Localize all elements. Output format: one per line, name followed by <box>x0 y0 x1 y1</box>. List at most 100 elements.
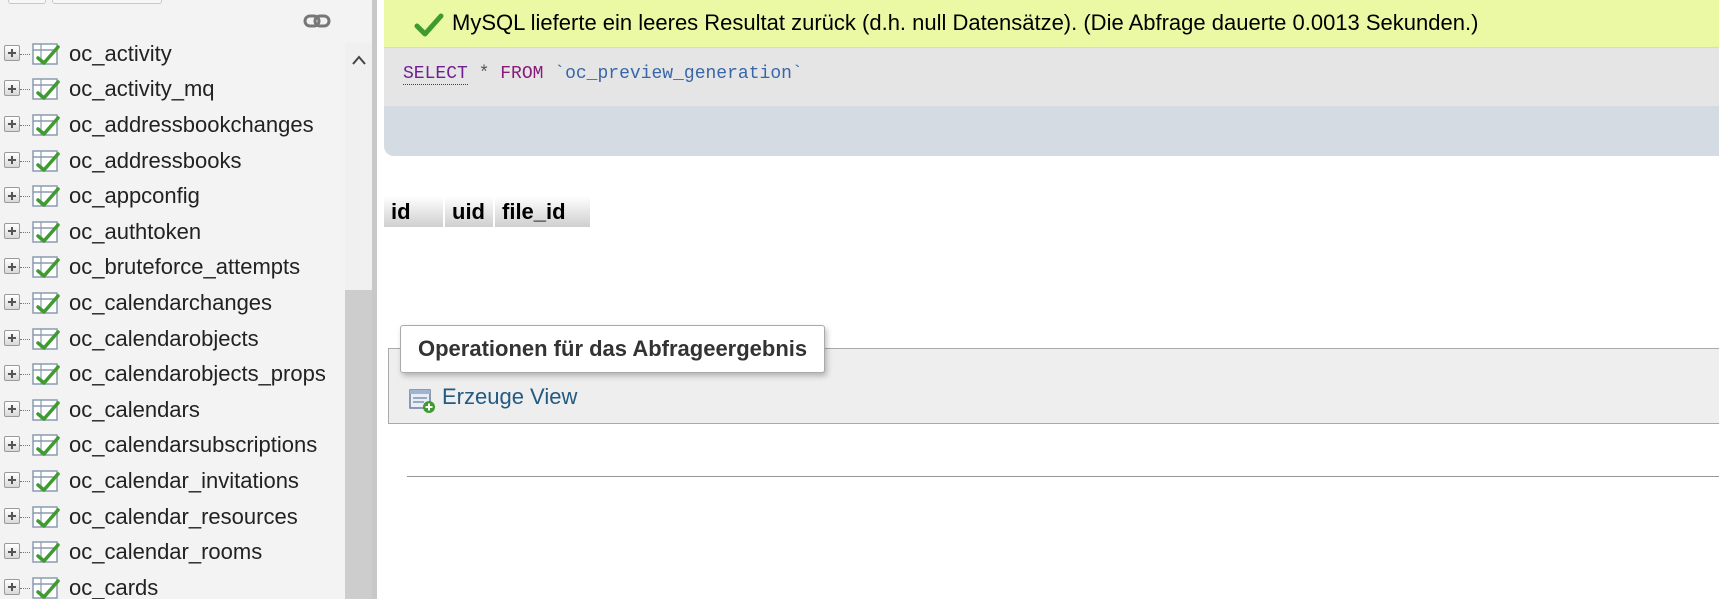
sql-star: * <box>478 64 490 84</box>
nav-table-label[interactable]: oc_calendarsubscriptions <box>69 432 317 458</box>
nav-table-item[interactable]: oc_calendar_invitations <box>0 463 345 499</box>
table-structure-icon[interactable] <box>30 504 62 530</box>
table-structure-icon[interactable] <box>30 76 62 102</box>
table-structure-icon[interactable] <box>30 41 62 67</box>
nav-table-item[interactable]: oc_calendar_resources <box>0 499 345 535</box>
nav-table-label[interactable]: oc_addressbooks <box>69 148 241 174</box>
expand-plus-icon[interactable] <box>4 187 20 204</box>
success-check-icon <box>414 13 444 37</box>
column-header-file-id[interactable]: file_id <box>495 196 592 227</box>
nav-table-label[interactable]: oc_calendarobjects <box>69 326 259 352</box>
nav-table-label[interactable]: oc_addressbookchanges <box>69 112 314 138</box>
table-structure-icon[interactable] <box>30 148 62 174</box>
nav-table-label[interactable]: oc_appconfig <box>69 183 200 209</box>
nav-table-item[interactable]: oc_activity_mq <box>0 72 345 108</box>
table-structure-icon[interactable] <box>30 326 62 352</box>
create-view-icon[interactable] <box>408 386 436 414</box>
expand-plus-icon[interactable] <box>4 258 20 275</box>
sql-toolbar <box>384 106 1719 156</box>
nav-table-label[interactable]: oc_cards <box>69 575 158 599</box>
expand-plus-icon[interactable] <box>4 151 20 168</box>
nav-top-button[interactable] <box>52 0 162 4</box>
link-with-main-panel-icon[interactable] <box>303 10 331 32</box>
nav-table-label[interactable]: oc_authtoken <box>69 219 201 245</box>
nav-table-item[interactable]: oc_addressbookchanges <box>0 107 345 143</box>
scroll-up-icon[interactable] <box>345 43 372 77</box>
tree-connector <box>20 516 30 518</box>
tree-connector <box>20 302 30 304</box>
table-structure-icon[interactable] <box>30 219 62 245</box>
phpmyadmin-window: oc_activity oc_activity_mq oc_addressbookc… <box>0 0 1719 599</box>
column-header-id[interactable]: id <box>384 196 445 227</box>
sql-keyword-from: FROM <box>500 64 544 84</box>
nav-top-button[interactable] <box>8 0 46 4</box>
sql-keyword-select[interactable]: SELECT <box>403 64 468 85</box>
expand-plus-icon[interactable] <box>4 115 20 132</box>
tree-connector <box>20 480 30 482</box>
expand-plus-icon[interactable] <box>4 44 20 61</box>
nav-table-item[interactable]: oc_bruteforce_attempts <box>0 250 345 286</box>
expand-plus-icon[interactable] <box>4 400 20 417</box>
nav-table-item[interactable]: oc_authtoken <box>0 214 345 250</box>
nav-table-item[interactable]: oc_calendarobjects_props <box>0 356 345 392</box>
table-structure-icon[interactable] <box>30 539 62 565</box>
navigation-panel: oc_activity oc_activity_mq oc_addressbookc… <box>0 0 372 599</box>
expand-plus-icon[interactable] <box>4 543 20 560</box>
nav-table-label[interactable]: oc_calendarchanges <box>69 290 272 316</box>
table-structure-icon[interactable] <box>30 575 62 599</box>
table-structure-icon[interactable] <box>30 290 62 316</box>
expand-plus-icon[interactable] <box>4 80 20 97</box>
nav-table-item[interactable]: oc_calendarchanges <box>0 285 345 321</box>
nav-table-label[interactable]: oc_calendars <box>69 397 200 423</box>
column-header-uid[interactable]: uid <box>445 196 495 227</box>
table-structure-icon[interactable] <box>30 254 62 280</box>
expand-plus-icon[interactable] <box>4 222 20 239</box>
table-structure-icon[interactable] <box>30 397 62 423</box>
success-message: MySQL lieferte ein leeres Resultat zurüc… <box>384 0 1719 48</box>
expand-plus-icon[interactable] <box>4 293 20 310</box>
nav-table-label[interactable]: oc_calendar_rooms <box>69 539 262 565</box>
nav-table-item[interactable]: oc_activity <box>0 36 345 72</box>
nav-table-item[interactable]: oc_cards <box>0 570 345 599</box>
nav-table-label[interactable]: oc_bruteforce_attempts <box>69 254 300 280</box>
expand-plus-icon[interactable] <box>4 578 20 595</box>
query-operations-legend: Operationen für das Abfrageergebnis <box>400 325 826 373</box>
expand-plus-icon[interactable] <box>4 365 20 382</box>
nav-table-item[interactable]: oc_calendars <box>0 392 345 428</box>
table-structure-icon[interactable] <box>30 112 62 138</box>
sql-query-box: SELECT * FROM `oc_preview_generation` <box>384 48 1719 156</box>
tree-connector <box>20 552 30 554</box>
nav-table-item[interactable]: oc_calendarsubscriptions <box>0 428 345 464</box>
sql-table-name: `oc_preview_generation` <box>554 64 803 84</box>
nav-table-label[interactable]: oc_calendar_invitations <box>69 468 299 494</box>
nav-table-item[interactable]: oc_calendarobjects <box>0 321 345 357</box>
table-tree: oc_activity oc_activity_mq oc_addressbookc… <box>0 36 345 599</box>
nav-table-label[interactable]: oc_calendarobjects_props <box>69 361 326 387</box>
table-structure-icon[interactable] <box>30 468 62 494</box>
nav-table-label[interactable]: oc_calendar_resources <box>69 504 298 530</box>
tree-connector <box>20 89 30 91</box>
table-structure-icon[interactable] <box>30 432 62 458</box>
success-text: MySQL lieferte ein leeres Resultat zurüc… <box>452 10 1479 35</box>
divider <box>407 476 1719 477</box>
scrollbar-thumb[interactable] <box>345 290 372 599</box>
nav-table-label[interactable]: oc_activity_mq <box>69 76 215 102</box>
tree-connector <box>20 587 30 589</box>
tree-connector <box>20 124 30 126</box>
table-structure-icon[interactable] <box>30 183 62 209</box>
tree-connector <box>20 409 30 411</box>
create-view-link[interactable]: Erzeuge View <box>442 384 577 410</box>
nav-table-item[interactable]: oc_appconfig <box>0 178 345 214</box>
main-panel: MySQL lieferte ein leeres Resultat zurüc… <box>377 0 1719 599</box>
expand-plus-icon[interactable] <box>4 436 20 453</box>
nav-table-label[interactable]: oc_activity <box>69 41 172 67</box>
expand-plus-icon[interactable] <box>4 471 20 488</box>
nav-table-item[interactable]: oc_addressbooks <box>0 143 345 179</box>
expand-plus-icon[interactable] <box>4 507 20 524</box>
sql-query: SELECT * FROM `oc_preview_generation` <box>403 64 803 85</box>
tree-connector <box>20 338 30 340</box>
tree-connector <box>20 445 30 447</box>
nav-table-item[interactable]: oc_calendar_rooms <box>0 534 345 570</box>
table-structure-icon[interactable] <box>30 361 62 387</box>
expand-plus-icon[interactable] <box>4 329 20 346</box>
